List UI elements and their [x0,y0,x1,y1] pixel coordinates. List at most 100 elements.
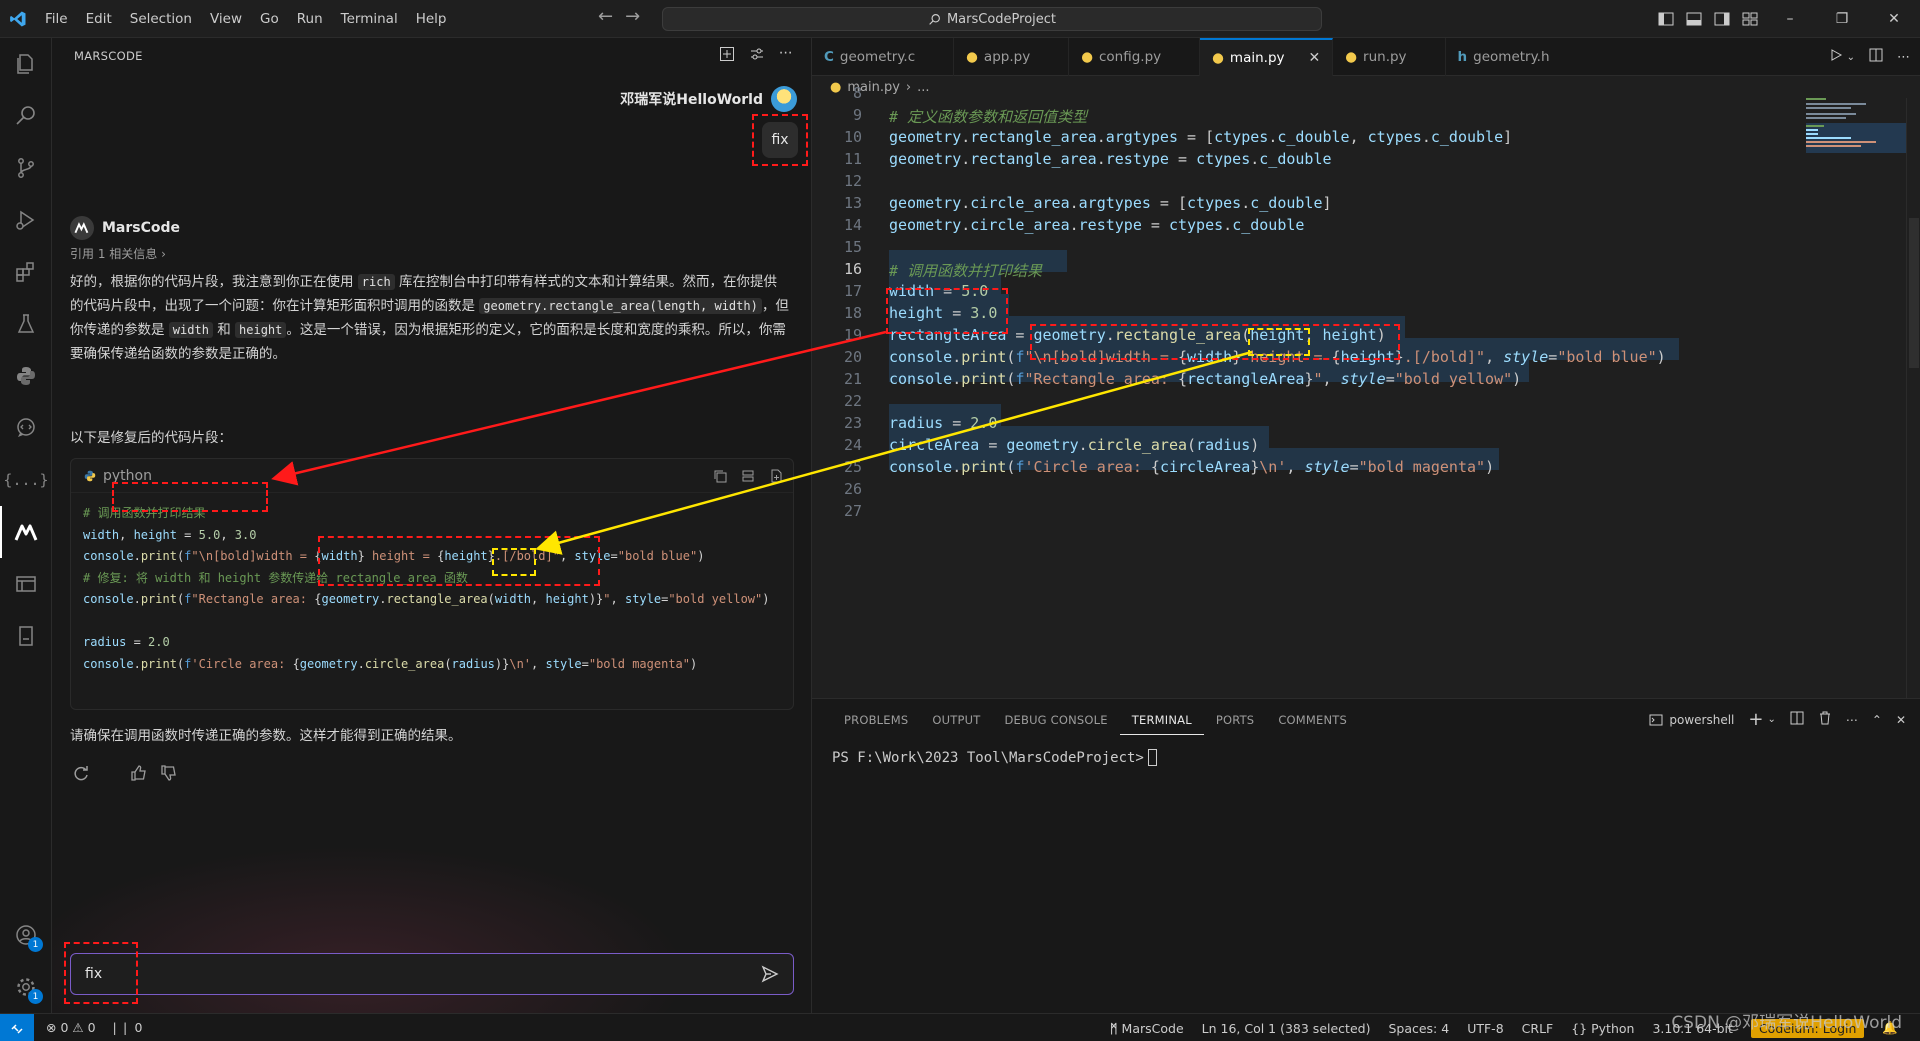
close-panel-icon[interactable]: ✕ [1896,713,1906,727]
marscode-logo-icon [70,216,94,240]
encoding[interactable]: UTF-8 [1467,1021,1503,1036]
chevron-down-icon[interactable]: ⌄ [1847,52,1855,63]
menu-run[interactable]: Run [288,0,332,38]
forward-arrow-icon[interactable]: → [625,6,640,27]
remote-icon[interactable] [0,1013,34,1041]
send-icon[interactable] [761,965,779,987]
chat-bubble-icon[interactable] [0,402,52,454]
tab-config-py[interactable]: ● config.py [1069,38,1201,76]
book-icon[interactable] [0,610,52,662]
restore-icon[interactable]: ❐ [1816,0,1868,38]
account-icon[interactable]: 1 [0,909,52,961]
tab-problems[interactable]: PROBLEMS [832,699,920,741]
feedback-actions [72,764,178,786]
indentation[interactable]: Spaces: 4 [1388,1021,1449,1036]
tab-debug-console[interactable]: DEBUG CONSOLE [992,699,1119,741]
line-ending[interactable]: CRLF [1522,1021,1554,1036]
cursor-position[interactable]: Ln 16, Col 1 (383 selected) [1202,1021,1371,1036]
new-file-icon[interactable] [769,469,783,487]
editor-more-icon[interactable]: ⋯ [1897,50,1910,65]
menu-selection[interactable]: Selection [121,0,201,38]
panel-header: MARSCODE ⋯ [52,38,811,74]
chevron-down-icon[interactable]: ⌄ [1767,714,1775,725]
tab-terminal[interactable]: TERMINAL [1119,706,1204,735]
menu-edit[interactable]: Edit [77,0,121,38]
tab-main-py[interactable]: ● main.py ✕ [1200,38,1334,76]
settings-gear-icon[interactable]: 1 [0,961,52,1013]
new-terminal-icon[interactable]: + [1748,710,1763,728]
code-editor[interactable]: 8 9 # 定义函数参数和返回值类型 10 geometry.rectangle_a… [812,84,1920,698]
terminal-shell[interactable]: powershell [1649,713,1734,727]
thumbs-up-icon[interactable] [130,764,148,786]
menu-terminal[interactable]: Terminal [332,0,407,38]
language-mode[interactable]: {} Python [1571,1021,1634,1036]
new-chat-icon[interactable] [719,46,735,65]
run-file-icon[interactable] [1829,48,1843,66]
panel-layout-icon[interactable] [0,558,52,610]
terminal-prompt: PS F:\Work\2023 Tool\MarsCodeProject> [832,749,1144,766]
command-center[interactable]: MarsCodeProject [662,7,1322,31]
ports-status[interactable]: ❘❘ 0 [110,1020,143,1035]
explorer-icon[interactable] [0,38,52,90]
user-name: 邓瑞军说HelloWorld [620,92,763,108]
tab-comments[interactable]: COMMENTS [1266,699,1359,741]
copy-icon[interactable] [713,469,727,487]
python-icon[interactable] [0,350,52,402]
breadcrumb-symbol[interactable]: ... [917,80,929,95]
annotation-box-code-call [318,536,600,586]
marscode-icon[interactable] [0,506,52,558]
back-arrow-icon[interactable]: ← [598,6,613,27]
vscode-logo-icon [0,0,36,38]
close-tab-icon[interactable]: ✕ [1309,50,1321,66]
tab-geometry-h[interactable]: h geometry.h [1446,38,1588,76]
python-file-icon: ● [1081,49,1093,65]
regenerate-icon[interactable] [72,764,90,786]
source-control-icon[interactable] [0,142,52,194]
problems-status[interactable]: ⊗ 0 ⚠ 0 [46,1020,96,1035]
panel-more-icon[interactable]: ⋯ [1846,713,1858,727]
scrollbar[interactable] [1906,98,1920,698]
minimize-icon[interactable]: – [1764,0,1816,38]
thumbs-down-icon[interactable] [160,764,178,786]
run-debug-icon[interactable] [0,194,52,246]
search-icon[interactable] [0,90,52,142]
split-editor-icon[interactable] [1869,48,1883,66]
code-block-body: # 调用函数并打印结果 width, height = 5.0, 3.0 con… [83,506,770,671]
tab-geometry-c[interactable]: Cgeometry.c [812,38,955,76]
menu-file[interactable]: File [36,0,77,38]
extensions-icon[interactable] [0,246,52,298]
menu-help[interactable]: Help [407,0,456,38]
braces-icon[interactable]: {...} [0,454,52,506]
customize-layout-icon[interactable] [1736,0,1764,38]
insert-code-icon[interactable] [741,469,755,487]
chat-input[interactable]: fix [70,953,794,995]
reference-link[interactable]: 引用 1 相关信息 › [70,245,166,262]
close-window-icon[interactable]: ✕ [1868,0,1920,38]
tab-run-py[interactable]: ● run.py [1333,38,1446,76]
annotation-box-code-width-height [112,482,268,512]
trash-icon[interactable] [1818,711,1832,728]
tab-output[interactable]: OUTPUT [920,699,992,741]
menu-view[interactable]: View [201,0,251,38]
breadcrumb-separator: › [905,79,912,95]
menu-go[interactable]: Go [251,0,288,38]
marscode-status[interactable]: ᛗ MarsCode [1110,1021,1184,1036]
toggle-primary-sidebar-icon[interactable] [1652,0,1680,38]
toggle-panel-icon[interactable] [1680,0,1708,38]
python-file-icon: ● [1212,50,1224,66]
terminal-output[interactable]: PS F:\Work\2023 Tool\MarsCodeProject> [832,749,1157,766]
maximize-panel-icon[interactable]: ⌃ [1872,713,1882,727]
annotation-box-editor-call [1030,324,1400,360]
terminal-icon [1649,714,1663,725]
status-bar: ⊗ 0 ⚠ 0 ❘❘ 0 ᛗ MarsCode Ln 16, Col 1 (38… [0,1013,1920,1041]
split-terminal-icon[interactable] [1790,711,1804,728]
bottom-panel: PROBLEMS OUTPUT DEBUG CONSOLE TERMINAL P… [812,698,1920,1013]
tab-app-py[interactable]: ● app.py [954,38,1070,76]
bot-message-header: MarsCode [70,216,180,240]
more-actions-icon[interactable]: ⋯ [779,46,793,65]
toggle-secondary-sidebar-icon[interactable] [1708,0,1736,38]
testing-flask-icon[interactable] [0,298,52,350]
minimap[interactable] [1806,98,1906,158]
filter-settings-icon[interactable] [749,46,765,65]
tab-ports[interactable]: PORTS [1204,699,1266,741]
